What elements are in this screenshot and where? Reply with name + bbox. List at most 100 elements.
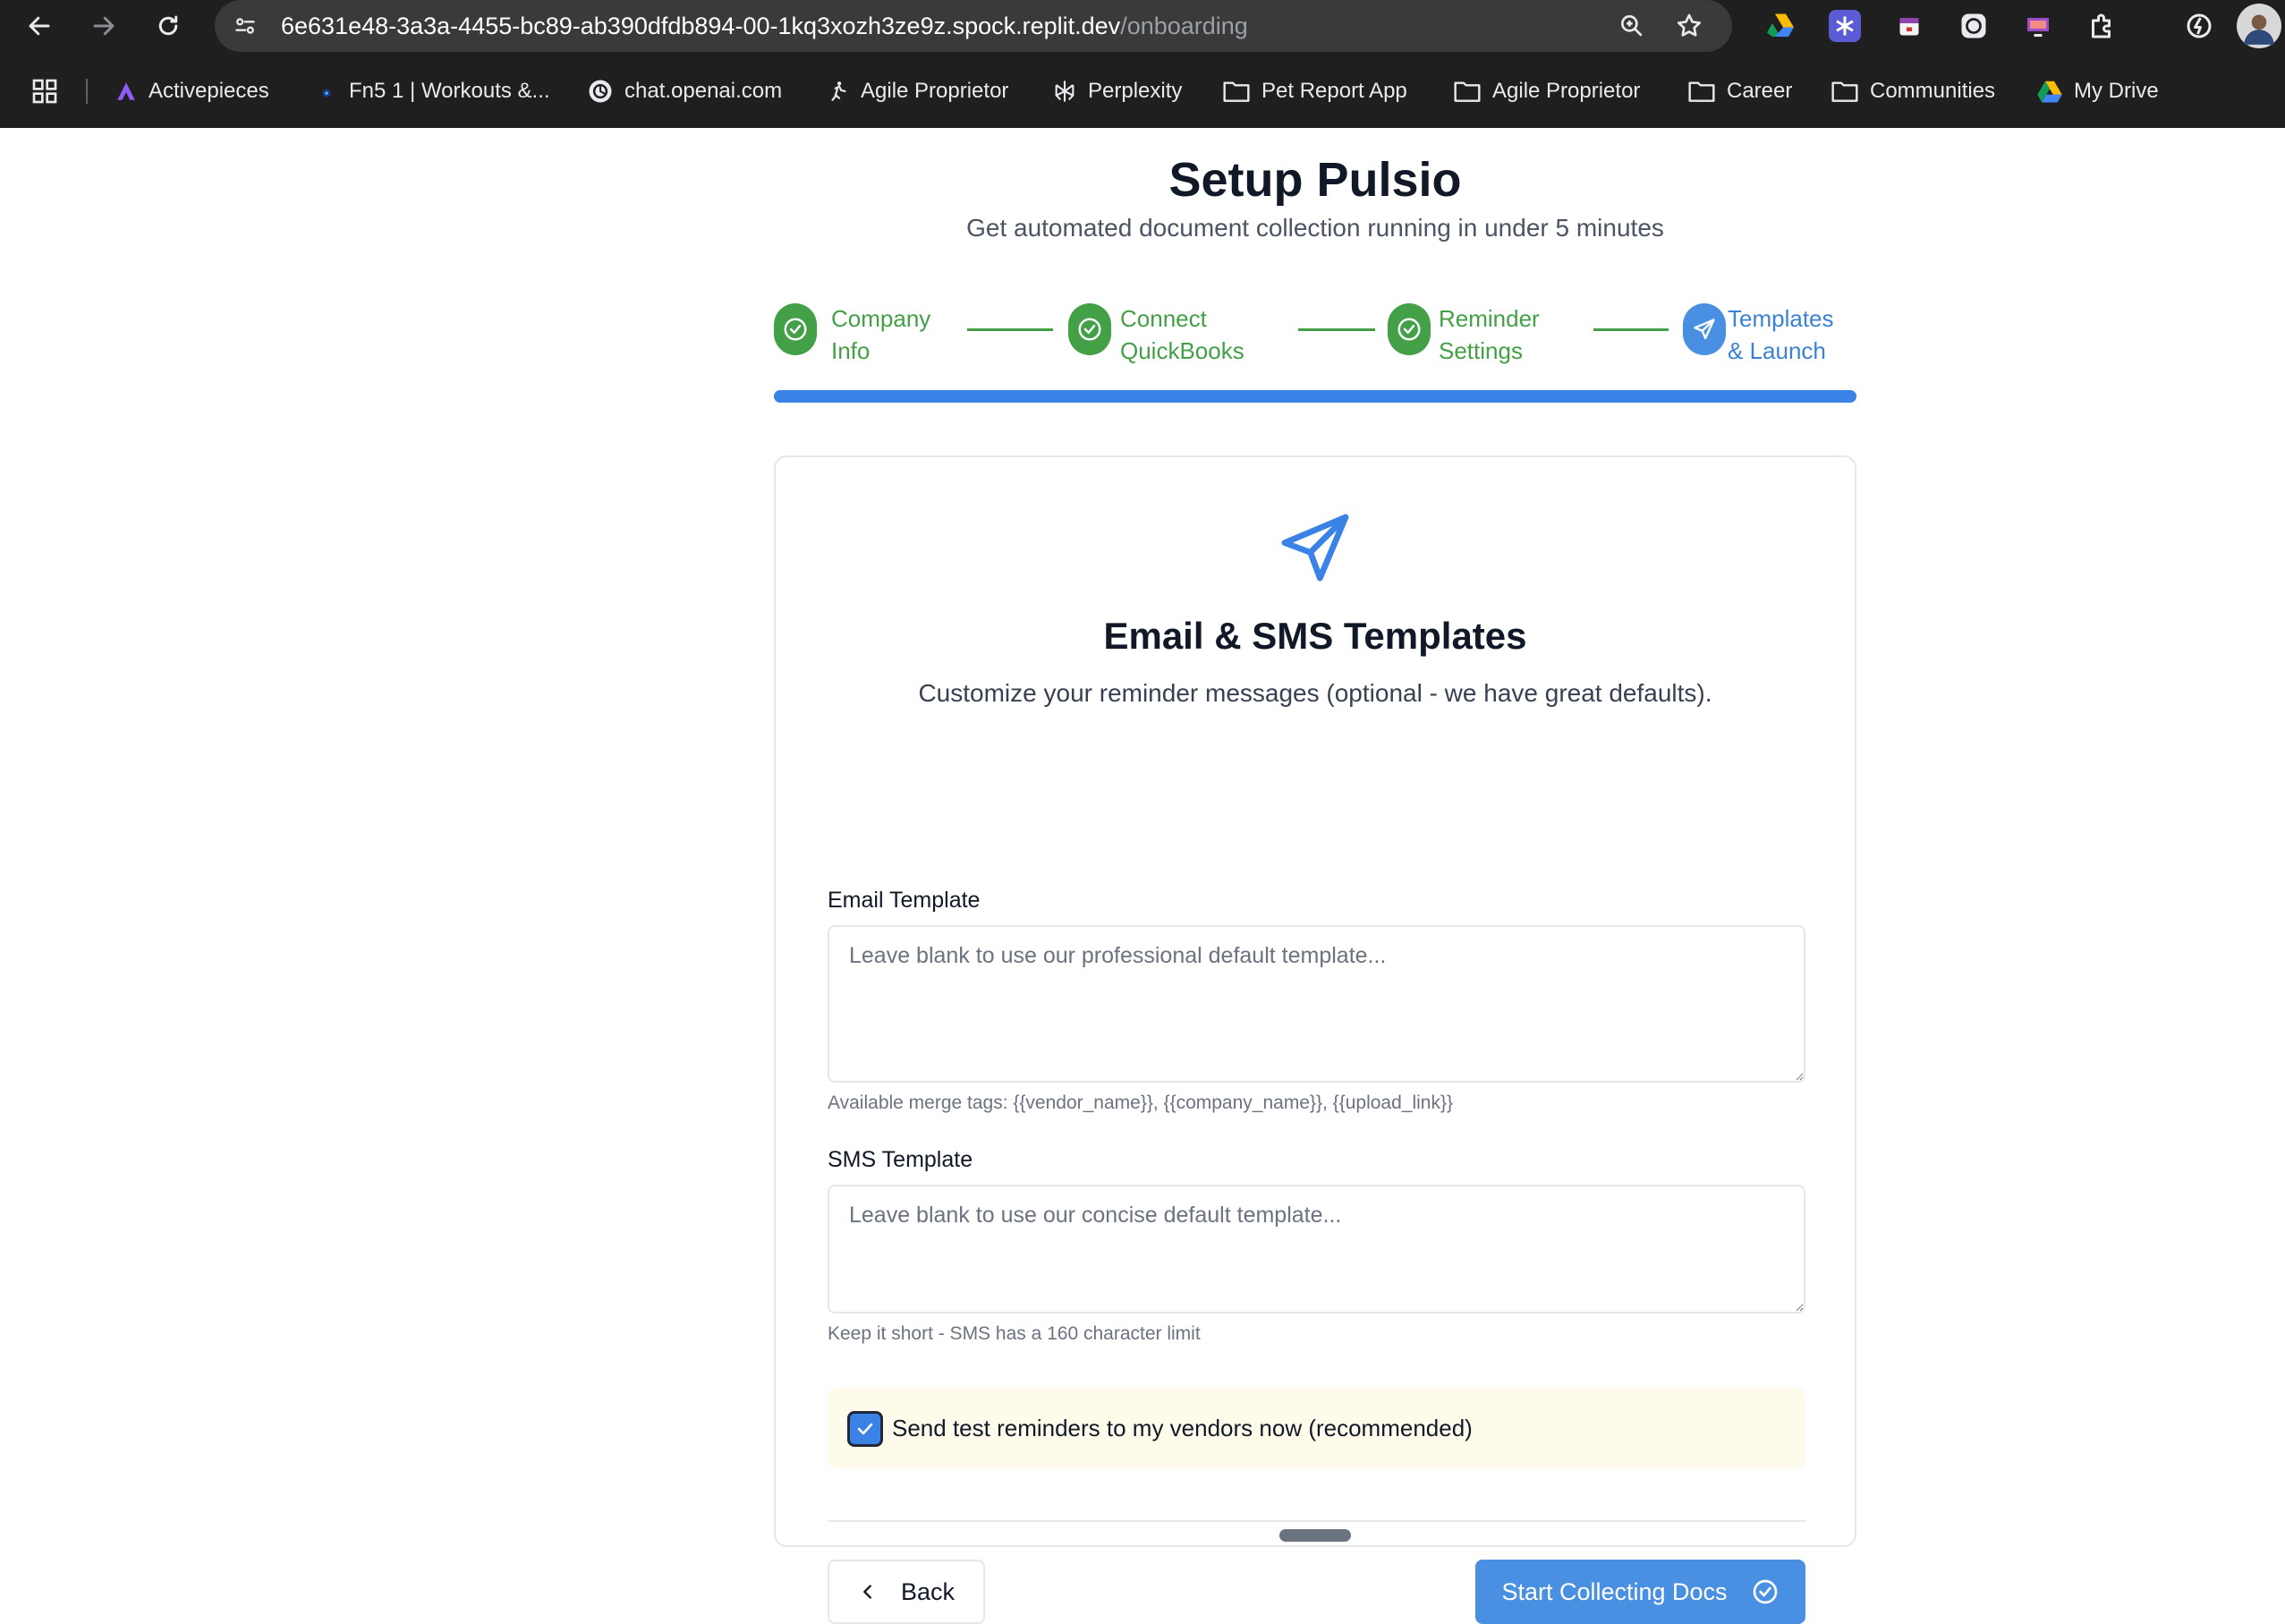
bookmark-fn5[interactable]: Fn5 1 | Workouts &... bbox=[315, 75, 550, 107]
openai-icon bbox=[589, 80, 612, 103]
step-label-line1: Templates bbox=[1728, 305, 1834, 332]
step-label-line1: Reminder bbox=[1439, 305, 1540, 332]
url-text: 6e631e48-3a3a-4455-bc89-ab390dfdb894-00-… bbox=[281, 13, 1248, 40]
arrow-right-icon bbox=[93, 16, 115, 36]
bookmarks-divider bbox=[86, 79, 88, 104]
bookmarks-bar: Activepieces Fn5 1 | Workouts &... chat.… bbox=[0, 68, 2285, 115]
agile-icon bbox=[831, 81, 846, 101]
bookmark-folder-career[interactable]: Career bbox=[1687, 75, 1792, 107]
test-reminders-label[interactable]: Send test reminders to my vendors now (r… bbox=[892, 1415, 1473, 1442]
page-title: Setup Pulsio bbox=[1168, 153, 1462, 207]
test-reminders-box: Send test reminders to my vendors now (r… bbox=[828, 1388, 1805, 1468]
check-circle-icon bbox=[784, 318, 807, 341]
folder-icon bbox=[1223, 81, 1250, 102]
sms-template-label: SMS Template bbox=[828, 1147, 973, 1172]
onboarding-progress-bar bbox=[774, 390, 1856, 403]
bookmark-label: Career bbox=[1727, 79, 1793, 103]
apps-grid-icon bbox=[32, 79, 57, 104]
step-templates-launch[interactable]: Templates & Launch bbox=[1728, 302, 1834, 367]
chevron-left-icon bbox=[863, 1585, 871, 1599]
bookmark-folder-agile-proprietor[interactable]: Agile Proprietor bbox=[1453, 75, 1640, 107]
bookmark-agile-proprietor[interactable]: Agile Proprietor bbox=[827, 75, 1008, 107]
folder-icon bbox=[1831, 81, 1858, 102]
page-subtitle: Get automated document collection runnin… bbox=[966, 214, 1664, 242]
back-button[interactable]: Back bbox=[828, 1560, 985, 1624]
bookmark-label: Fn5 1 | Workouts &... bbox=[349, 79, 550, 103]
step-connect-quickbooks[interactable]: Connect QuickBooks bbox=[1120, 302, 1244, 367]
address-bar[interactable]: 6e631e48-3a3a-4455-bc89-ab390dfdb894-00-… bbox=[215, 0, 1732, 52]
apps-grid-button[interactable] bbox=[30, 75, 59, 107]
sms-length-hint: Keep it short - SMS has a 160 character … bbox=[828, 1323, 1201, 1344]
browser-chrome: 6e631e48-3a3a-4455-bc89-ab390dfdb894-00-… bbox=[0, 0, 2285, 128]
onboarding-page: Setup Pulsio Get automated document coll… bbox=[0, 128, 2285, 1624]
check-circle-icon bbox=[1397, 318, 1421, 341]
browser-toolbar: 6e631e48-3a3a-4455-bc89-ab390dfdb894-00-… bbox=[0, 0, 2285, 52]
drive-extension-icon[interactable] bbox=[1764, 10, 1797, 42]
step-label-line2: & Launch bbox=[1728, 337, 1826, 364]
step-label-line2: Info bbox=[831, 337, 871, 364]
step-reminder-settings-indicator bbox=[1388, 303, 1431, 355]
drive-icon bbox=[2037, 81, 2062, 103]
url-path: /onboarding bbox=[1120, 13, 1248, 39]
back-nav-button[interactable] bbox=[21, 8, 57, 44]
onboarding-stepper: Company Info Connect QuickBooks Reminder… bbox=[774, 302, 1856, 374]
site-settings-icon[interactable] bbox=[233, 13, 258, 38]
bookmark-label: Perplexity bbox=[1088, 79, 1183, 103]
bookmark-label: My Drive bbox=[2074, 79, 2159, 103]
bookmark-folder-communities[interactable]: Communities bbox=[1831, 75, 1995, 107]
step-connector bbox=[1593, 328, 1669, 331]
reload-icon bbox=[158, 15, 178, 36]
step-label-line2: QuickBooks bbox=[1120, 337, 1244, 364]
arrow-left-icon bbox=[29, 16, 50, 36]
bookmark-my-drive[interactable]: My Drive bbox=[2036, 75, 2159, 107]
performance-extension-icon[interactable] bbox=[2183, 10, 2215, 42]
scroll-handle[interactable] bbox=[1279, 1529, 1351, 1542]
bookmark-activepieces[interactable]: Activepieces bbox=[115, 75, 269, 107]
perplexity-icon bbox=[1055, 81, 1075, 102]
url-host: 6e631e48-3a3a-4455-bc89-ab390dfdb894-00-… bbox=[281, 13, 1121, 39]
send-icon bbox=[1694, 319, 1715, 340]
bookmark-perplexity[interactable]: Perplexity bbox=[1052, 75, 1182, 107]
step-label-line1: Connect bbox=[1120, 305, 1207, 332]
bookmark-chat-openai[interactable]: chat.openai.com bbox=[587, 75, 782, 107]
step-connect-quickbooks-indicator bbox=[1068, 303, 1111, 355]
step-connector bbox=[967, 328, 1053, 331]
card-description: Customize your reminder messages (option… bbox=[918, 679, 1712, 707]
bookmark-star-icon[interactable] bbox=[1675, 12, 1703, 40]
step-label-line1: Company bbox=[831, 305, 931, 332]
step-templates-launch-indicator bbox=[1683, 303, 1726, 355]
bookmark-label: Communities bbox=[1870, 79, 1996, 103]
bookmark-label: Agile Proprietor bbox=[861, 79, 1009, 103]
reload-button[interactable] bbox=[150, 8, 186, 44]
start-button-label: Start Collecting Docs bbox=[1501, 1577, 1728, 1605]
bookmark-label: Activepieces bbox=[149, 79, 269, 103]
step-label-line2: Settings bbox=[1439, 337, 1523, 364]
folder-icon bbox=[1688, 81, 1715, 102]
sms-template-input[interactable] bbox=[828, 1185, 1805, 1314]
bookmark-label: chat.openai.com bbox=[624, 79, 783, 103]
extensions-puzzle-icon[interactable] bbox=[2086, 10, 2119, 42]
step-company-info[interactable]: Company Info bbox=[831, 302, 930, 367]
start-collecting-docs-button[interactable]: Start Collecting Docs bbox=[1475, 1560, 1805, 1624]
screen-extension-icon[interactable] bbox=[2022, 10, 2054, 42]
profile-avatar[interactable] bbox=[2237, 4, 2281, 48]
test-reminders-checkbox[interactable] bbox=[847, 1411, 883, 1447]
step-connector bbox=[1298, 328, 1375, 331]
check-circle-icon bbox=[1078, 318, 1101, 341]
openai-extension-icon[interactable] bbox=[1958, 10, 1990, 42]
calendar-extension-icon[interactable] bbox=[1893, 10, 1925, 42]
zoom-icon[interactable] bbox=[1618, 12, 1646, 40]
step-reminder-settings[interactable]: Reminder Settings bbox=[1439, 302, 1540, 367]
bookmark-folder-pet-report-app[interactable]: Pet Report App bbox=[1222, 75, 1407, 107]
fn5-icon bbox=[322, 89, 331, 98]
forward-nav-button[interactable] bbox=[86, 8, 122, 44]
progress-fill bbox=[774, 390, 1856, 403]
actions-divider bbox=[828, 1520, 1805, 1522]
activepieces-icon bbox=[117, 82, 135, 100]
email-merge-tags-hint: Available merge tags: {{vendor_name}}, {… bbox=[828, 1093, 1453, 1113]
snowflake-extension-icon[interactable] bbox=[1829, 10, 1861, 42]
email-template-label: Email Template bbox=[828, 888, 981, 913]
bookmark-label: Pet Report App bbox=[1261, 79, 1407, 103]
email-template-input[interactable] bbox=[828, 925, 1805, 1083]
checkmark-icon bbox=[857, 1423, 873, 1435]
